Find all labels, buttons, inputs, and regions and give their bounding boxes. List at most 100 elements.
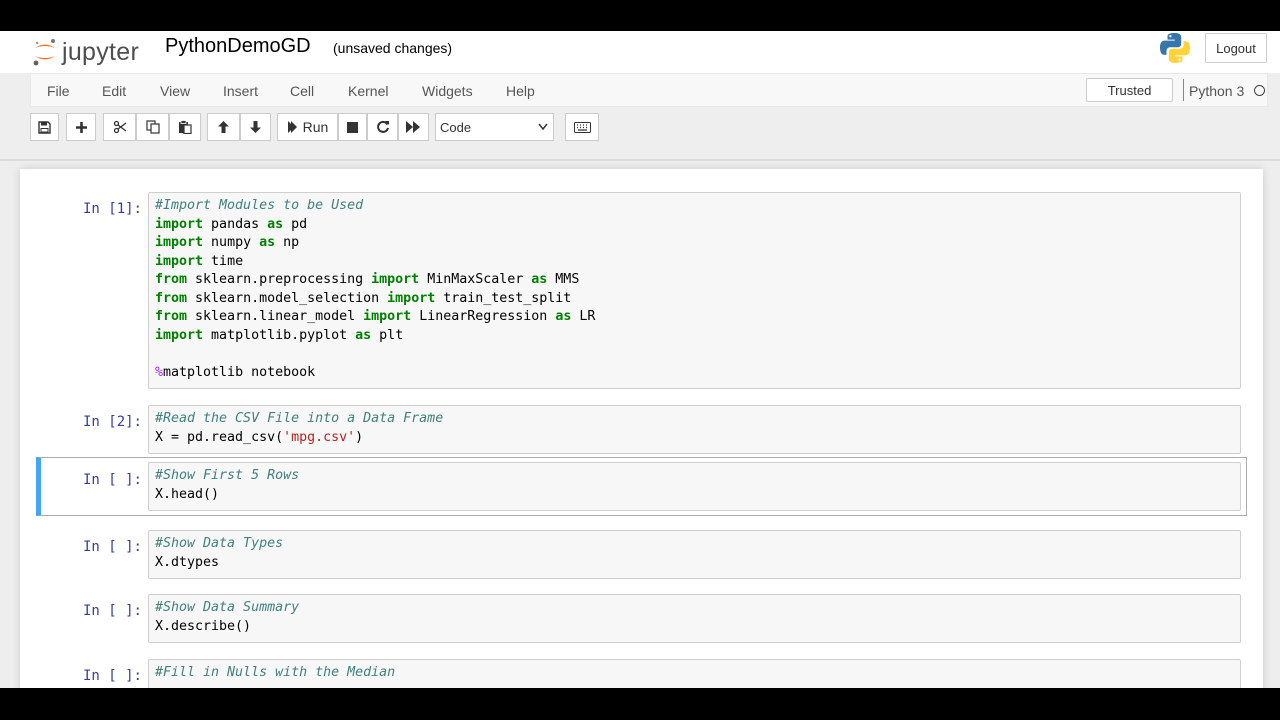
code-token: import (155, 327, 204, 343)
code-cell[interactable]: In [2]: #Read the CSV File into a Data Fr… (36, 405, 1247, 454)
header: jupyter PythonDemoGD (unsaved changes) L… (0, 31, 1280, 73)
code-token: plt (371, 327, 404, 343)
copy-button[interactable] (136, 113, 169, 141)
code-token: matplotlib.pyplot (203, 327, 356, 343)
code-token: #Import Modules to be Used (155, 198, 364, 213)
code-line: #Import Modules to be Used (155, 197, 1234, 216)
run-button[interactable]: Run (277, 113, 338, 141)
interrupt-button[interactable] (338, 113, 367, 141)
code-line: X.describe() (155, 618, 1234, 637)
trusted-indicator[interactable]: Trusted (1086, 78, 1173, 102)
code-token: #Show Data Types (155, 536, 284, 551)
code-token: #Fill in Nulls with the Median (155, 665, 396, 680)
code-editor[interactable]: #Show Data Types X.dtypes (148, 530, 1241, 579)
code-cell[interactable]: In [ ]: #Show Data Types X.dtypes (36, 530, 1247, 579)
code-token: % (155, 364, 164, 380)
toolbar: Run Code (0, 113, 1280, 145)
paste-button[interactable] (169, 113, 201, 141)
move-down-button[interactable] (240, 113, 271, 141)
code-line: X.dtypes (155, 554, 1234, 573)
code-token: #Read the CSV File into a Data Frame (155, 411, 444, 426)
code-token: import (363, 309, 412, 324)
menu-file[interactable]: File (47, 83, 70, 99)
code-token: from (155, 272, 188, 287)
code-token: #Show First 5 Rows (155, 468, 300, 483)
code-line: import time (155, 253, 1234, 272)
code-token: import (155, 253, 204, 269)
code-token: MMS (547, 272, 580, 287)
copy-icon (145, 120, 160, 134)
code-line: import matplotlib.pyplot as plt (155, 327, 1234, 346)
code-editor[interactable]: #Show First 5 Rows X.head() (148, 462, 1241, 511)
stop-icon (347, 121, 358, 133)
code-line: from sklearn.linear_model import LinearR… (155, 308, 1234, 327)
code-cell[interactable]: In [1]: #Import Modules to be Used import … (36, 192, 1247, 389)
code-line: #Show Data Types (155, 535, 1234, 554)
code-token: pandas (203, 216, 268, 232)
menu-cell[interactable]: Cell (290, 83, 314, 99)
restart-run-all-button[interactable] (398, 113, 429, 141)
input-prompt: In [ ]: (82, 472, 142, 488)
code-token: as (259, 235, 276, 250)
code-token: X = pd.read_csv( (155, 429, 284, 445)
code-token: as (355, 327, 372, 343)
fast-forward-icon (406, 121, 420, 133)
menu-view[interactable]: View (160, 83, 190, 99)
code-token: LinearRegression (411, 309, 556, 324)
save-status: (unsaved changes) (333, 40, 453, 56)
toolbar-divider (0, 159, 1280, 161)
restart-button[interactable] (367, 113, 398, 141)
code-token: as (555, 309, 572, 324)
code-editor[interactable]: #Show Data Summary X.describe() (148, 594, 1241, 643)
code-editor[interactable]: #Fill in Nulls with the Median (148, 659, 1241, 688)
code-token: as (531, 272, 548, 287)
code-cell[interactable]: In [ ]: #Fill in Nulls with the Median (36, 659, 1247, 688)
code-editor[interactable]: #Read the CSV File into a Data Frame X = … (148, 405, 1241, 454)
kernel-separator (1183, 79, 1184, 101)
menu-kernel[interactable]: Kernel (348, 83, 388, 99)
code-line: %matplotlib notebook (155, 364, 1234, 383)
screen-bottom-bar (0, 688, 1280, 720)
code-token: import (387, 290, 436, 306)
menu-edit[interactable]: Edit (102, 83, 126, 99)
paste-icon (179, 120, 192, 134)
code-cell[interactable]: In [ ]: #Show Data Summary X.describe() (36, 594, 1247, 643)
python-logo-icon (1158, 31, 1192, 68)
cell-type-value: Code (440, 119, 472, 135)
move-up-button[interactable] (207, 113, 240, 141)
cell-type-select[interactable]: Code (435, 113, 554, 141)
code-token: sklearn.preprocessing (187, 272, 372, 287)
code-token: import (155, 235, 204, 250)
code-line: #Show Data Summary (155, 599, 1234, 618)
code-token: ) (355, 429, 364, 445)
code-line: #Fill in Nulls with the Median (155, 664, 1234, 683)
code-token: from (155, 290, 188, 306)
command-palette-button[interactable] (565, 113, 599, 141)
insert-cell-button[interactable] (66, 113, 96, 141)
save-button[interactable] (30, 113, 59, 141)
logout-button[interactable]: Logout (1205, 33, 1267, 63)
save-icon (38, 120, 51, 134)
kernel-name[interactable]: Python 3 (1189, 83, 1244, 99)
arrow-down-icon (250, 121, 261, 133)
code-editor[interactable]: #Import Modules to be Used import pandas … (148, 192, 1241, 389)
menu-help[interactable]: Help (506, 83, 535, 99)
restart-icon (376, 120, 389, 133)
jupyter-window: jupyter PythonDemoGD (unsaved changes) L… (0, 31, 1280, 688)
menu-insert[interactable]: Insert (223, 83, 258, 99)
code-token: sklearn.model_selection (187, 290, 388, 306)
cut-button[interactable] (103, 113, 136, 141)
code-token: from (155, 309, 188, 324)
input-prompt: In [ ]: (82, 603, 142, 619)
code-line: import numpy as np (155, 234, 1234, 253)
code-cell[interactable]: In [ ]: #Show First 5 Rows X.head() (36, 457, 1247, 516)
plus-icon (75, 121, 87, 133)
code-line: X = pd.read_csv('mpg.csv') (155, 429, 1234, 448)
jupyter-logo[interactable]: jupyter (32, 34, 139, 70)
menu-widgets[interactable]: Widgets (422, 83, 473, 99)
code-line: X.head() (155, 486, 1234, 505)
code-line: #Show First 5 Rows (155, 467, 1234, 486)
notebook-name[interactable]: PythonDemoGD (165, 35, 311, 58)
code-token: time (203, 253, 244, 269)
